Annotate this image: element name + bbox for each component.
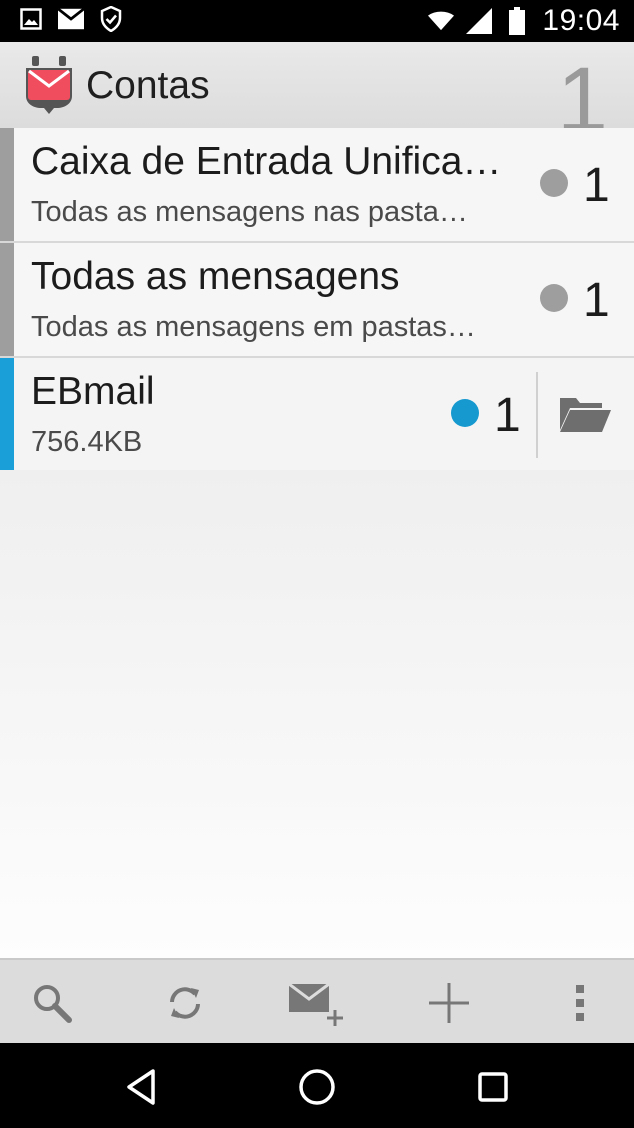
action-bar: Contas 1 bbox=[0, 42, 634, 130]
bottom-toolbar bbox=[0, 958, 634, 1045]
account-size: 756.4KB bbox=[31, 426, 143, 458]
unread-dot bbox=[451, 399, 479, 427]
signal-icon bbox=[466, 8, 493, 34]
unread-dot bbox=[540, 284, 568, 312]
list-item-ebmail[interactable]: EBmail 756.4KB 1 bbox=[0, 358, 634, 473]
shield-check-icon bbox=[98, 6, 124, 32]
account-subtitle: Todas as mensagens nas pasta… bbox=[31, 196, 468, 228]
refresh-icon[interactable] bbox=[158, 976, 212, 1030]
divider bbox=[536, 372, 538, 458]
back-icon[interactable] bbox=[117, 1063, 165, 1111]
empty-area bbox=[0, 470, 634, 958]
wifi-icon bbox=[428, 8, 455, 34]
compose-icon[interactable] bbox=[289, 976, 347, 1030]
account-title: Caixa de Entrada Unifica… bbox=[31, 140, 502, 183]
account-subtitle: Todas as mensagens em pastas… bbox=[31, 311, 476, 343]
battery-icon bbox=[504, 7, 530, 35]
account-color-bar bbox=[0, 128, 14, 241]
add-icon[interactable] bbox=[422, 976, 476, 1030]
gmail-icon bbox=[58, 6, 84, 32]
account-title: EBmail bbox=[31, 370, 155, 413]
search-icon[interactable] bbox=[25, 976, 79, 1030]
page-title: Contas bbox=[86, 64, 210, 107]
unread-count: 1 bbox=[583, 159, 610, 212]
status-time: 19:04 bbox=[542, 4, 620, 37]
unread-count: 1 bbox=[583, 274, 610, 327]
image-icon bbox=[18, 6, 44, 32]
unread-dot bbox=[540, 169, 568, 197]
k9-mail-icon[interactable] bbox=[24, 56, 74, 114]
folder-open-icon[interactable] bbox=[558, 394, 612, 434]
navigation-bar bbox=[0, 1043, 634, 1128]
overflow-menu-icon[interactable] bbox=[553, 976, 607, 1030]
account-title: Todas as mensagens bbox=[31, 255, 400, 298]
account-color-bar bbox=[0, 358, 14, 471]
list-item-all-messages[interactable]: Todas as mensagens Todas as mensagens em… bbox=[0, 243, 634, 358]
list-item-unified-inbox[interactable]: Caixa de Entrada Unifica… Todas as mensa… bbox=[0, 128, 634, 243]
total-unread-count: 1 bbox=[556, 49, 608, 130]
status-bar: 19:04 bbox=[0, 0, 634, 42]
unread-count: 1 bbox=[494, 389, 521, 442]
home-icon[interactable] bbox=[293, 1063, 341, 1111]
account-color-bar bbox=[0, 243, 14, 356]
recents-icon[interactable] bbox=[469, 1063, 517, 1111]
accounts-list: Caixa de Entrada Unifica… Todas as mensa… bbox=[0, 128, 634, 473]
